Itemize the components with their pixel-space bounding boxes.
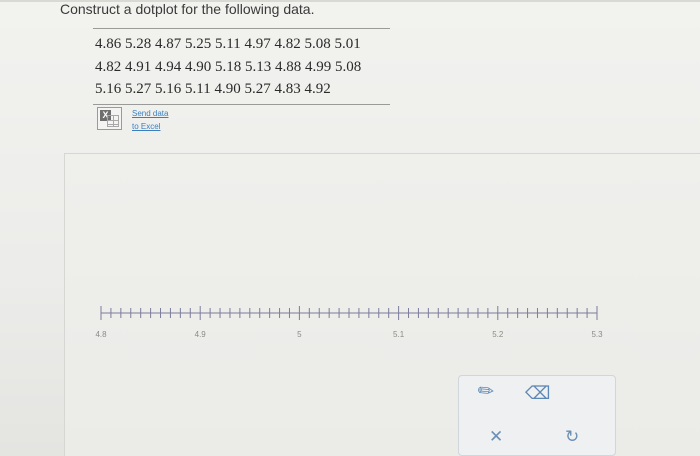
data-table: 4.86 5.28 4.87 5.25 5.11 4.97 4.82 5.08 … (93, 28, 390, 105)
drawing-toolbar: ✎ ⌫ ✕ ↻ (458, 375, 616, 456)
number-line: 4.8 4.9 5 5.1 5.2 5.3 (95, 306, 603, 339)
pencil-icon[interactable]: ✎ (474, 378, 500, 404)
tick-label: 4.9 (195, 330, 207, 339)
tick-label: 4.8 (95, 330, 107, 339)
tick-label: 5.2 (492, 330, 504, 339)
send-to-excel[interactable]: X Send data to Excel (97, 107, 168, 133)
data-row: 4.82 4.91 4.94 4.90 5.18 5.13 4.88 4.99 … (95, 58, 362, 75)
eraser-icon[interactable]: ⌫ (525, 384, 550, 402)
excel-link-line1: Send data (132, 109, 169, 118)
send-to-excel-link[interactable]: Send data to Excel (132, 107, 168, 133)
tick-label: 5 (297, 330, 302, 339)
excel-icon[interactable]: X (97, 107, 122, 130)
data-row: 4.86 5.28 4.87 5.25 5.11 4.97 4.82 5.08 … (95, 36, 361, 52)
tick-label: 5.3 (591, 330, 603, 339)
question-prompt: Construct a dotplot for the following da… (60, 1, 315, 17)
excel-grid (107, 115, 119, 127)
data-row: 5.16 5.27 5.16 5.11 4.90 5.27 4.83 4.92 (95, 81, 331, 97)
excel-link-line2: to Excel (132, 122, 161, 131)
close-icon[interactable]: ✕ (489, 428, 503, 446)
undo-icon[interactable]: ↻ (565, 428, 579, 446)
tick-label: 5.1 (393, 330, 405, 339)
